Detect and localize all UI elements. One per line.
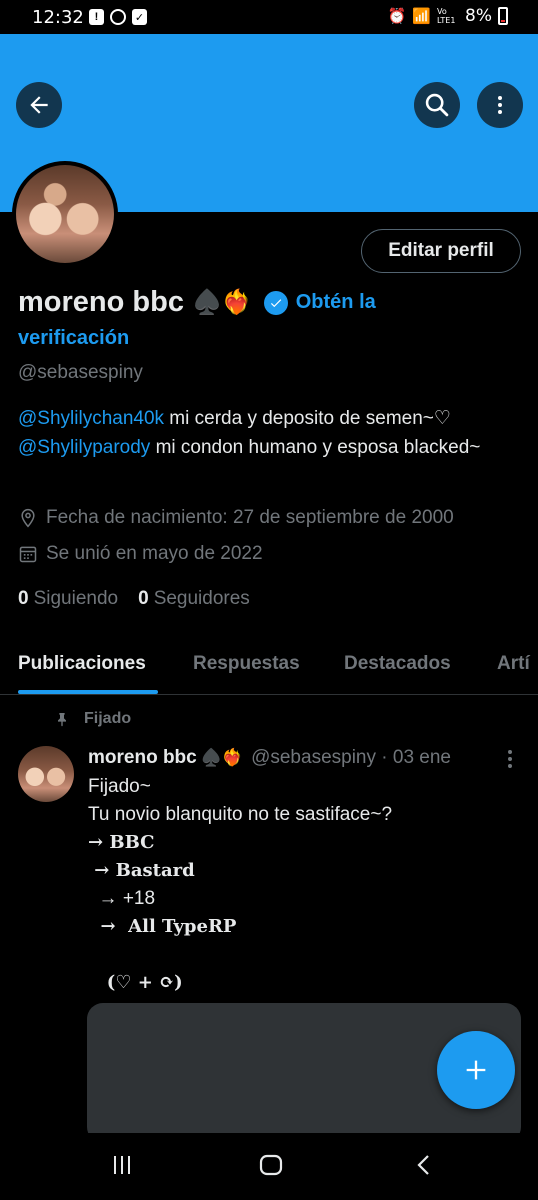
get-verified-link-continued[interactable]: verificación: [18, 327, 129, 350]
display-name: moreno bbc: [18, 286, 184, 318]
compose-post-button[interactable]: [437, 1031, 515, 1109]
birth-date-text: Fecha de nacimiento: 27 de septiembre de…: [46, 507, 454, 528]
search-button[interactable]: [414, 82, 460, 128]
follow-stats: 0 Siguiendo 0 Seguidores: [18, 588, 250, 610]
battery-percent: 8%: [465, 6, 492, 26]
bio-mention[interactable]: @Shylilyparody: [18, 437, 150, 458]
more-options-button[interactable]: [477, 82, 523, 128]
post-line: [88, 941, 508, 969]
joined-date-text: Se unió en mayo de 2022: [46, 543, 263, 564]
back-button[interactable]: [16, 82, 62, 128]
tab-posts[interactable]: Publicaciones: [18, 653, 146, 675]
post-line: → +18: [88, 888, 156, 909]
battery-icon: [498, 7, 508, 25]
post-header: moreno bbc ♠️❤️‍🔥 @sebasespiny · 03 ene: [88, 747, 451, 769]
tab-highlights[interactable]: Destacados: [344, 653, 451, 675]
followers-link[interactable]: 0 Seguidores: [138, 588, 250, 610]
checkbox-notification-icon: ✓: [132, 9, 147, 25]
get-verified-link[interactable]: Obtén la: [296, 291, 376, 314]
more-vertical-icon: [508, 750, 512, 754]
verified-badge-icon: [263, 290, 288, 315]
status-bar: 12:32 ! ✓ ⏰ 📶 Vo LTE1 8%: [0, 0, 538, 34]
post-line: → Bastard: [88, 860, 195, 881]
profile-name-row: moreno bbc ♠️❤️‍🔥 Obtén la: [18, 286, 376, 319]
profile-avatar[interactable]: [12, 161, 118, 267]
name-emojis: ♠️❤️‍🔥: [191, 289, 252, 316]
more-vertical-icon: [498, 96, 502, 114]
bio-text: mi condon humano y esposa blacked~: [150, 437, 481, 458]
post-author-emojis: ♠️❤️‍🔥: [200, 748, 244, 767]
recent-apps-icon[interactable]: [110, 1153, 134, 1177]
whatsapp-notification-icon: [110, 9, 126, 25]
tab-replies[interactable]: Respuestas: [193, 653, 300, 675]
plus-icon: [466, 1060, 486, 1080]
post-author-avatar[interactable]: [18, 746, 74, 802]
back-nav-icon[interactable]: [412, 1153, 436, 1177]
post-author-name[interactable]: moreno bbc: [88, 747, 197, 769]
wifi-icon: 📶: [412, 7, 432, 25]
edit-profile-button[interactable]: Editar perfil: [361, 229, 521, 273]
post-line: Tu novio blanquito no te sastiface~?: [88, 804, 393, 825]
profile-bio: @Shylilychan40k mi cerda y deposito de s…: [18, 404, 523, 462]
post-handle-date: @sebasespiny · 03 ene: [251, 747, 451, 768]
post-body: Fijado~ Tu novio blanquito no te sastifa…: [88, 773, 508, 997]
post-line: → All TypeRP: [88, 916, 237, 937]
bio-mention[interactable]: @Shylilychan40k: [18, 408, 164, 429]
pin-icon: [58, 713, 66, 727]
birth-date: Fecha de nacimiento: 27 de septiembre de…: [18, 507, 454, 529]
joined-date: Se unió en mayo de 2022: [18, 543, 263, 565]
post-more-button[interactable]: [500, 747, 520, 771]
post-line: → BBC: [88, 832, 155, 853]
profile-handle: @sebasespiny: [18, 362, 143, 383]
post-line: (♡ + ⟳): [88, 972, 183, 993]
profile-tabs: Publicaciones Respuestas Destacados Artí: [0, 633, 538, 695]
avatar-image: [16, 165, 114, 263]
calendar-icon: [19, 546, 37, 563]
post-line: Fijado~: [88, 776, 151, 797]
system-navigation-bar: [0, 1133, 538, 1200]
arrow-left-icon: [30, 96, 48, 114]
home-icon[interactable]: [258, 1153, 284, 1177]
pinned-label: Fijado: [84, 710, 132, 727]
tab-articles[interactable]: Artí: [497, 653, 530, 675]
alert-notification-icon: !: [89, 9, 104, 25]
active-tab-indicator: [18, 690, 158, 694]
alarm-icon: ⏰: [387, 7, 407, 25]
network-label: Vo LTE1: [437, 7, 456, 25]
pinned-indicator: Fijado: [54, 710, 131, 728]
status-time: 12:32: [32, 7, 84, 28]
following-link[interactable]: 0 Siguiendo: [18, 588, 118, 610]
location-pin-icon: [21, 508, 35, 528]
bio-text: mi cerda y deposito de semen~♡: [164, 408, 451, 429]
search-icon: [425, 93, 449, 117]
